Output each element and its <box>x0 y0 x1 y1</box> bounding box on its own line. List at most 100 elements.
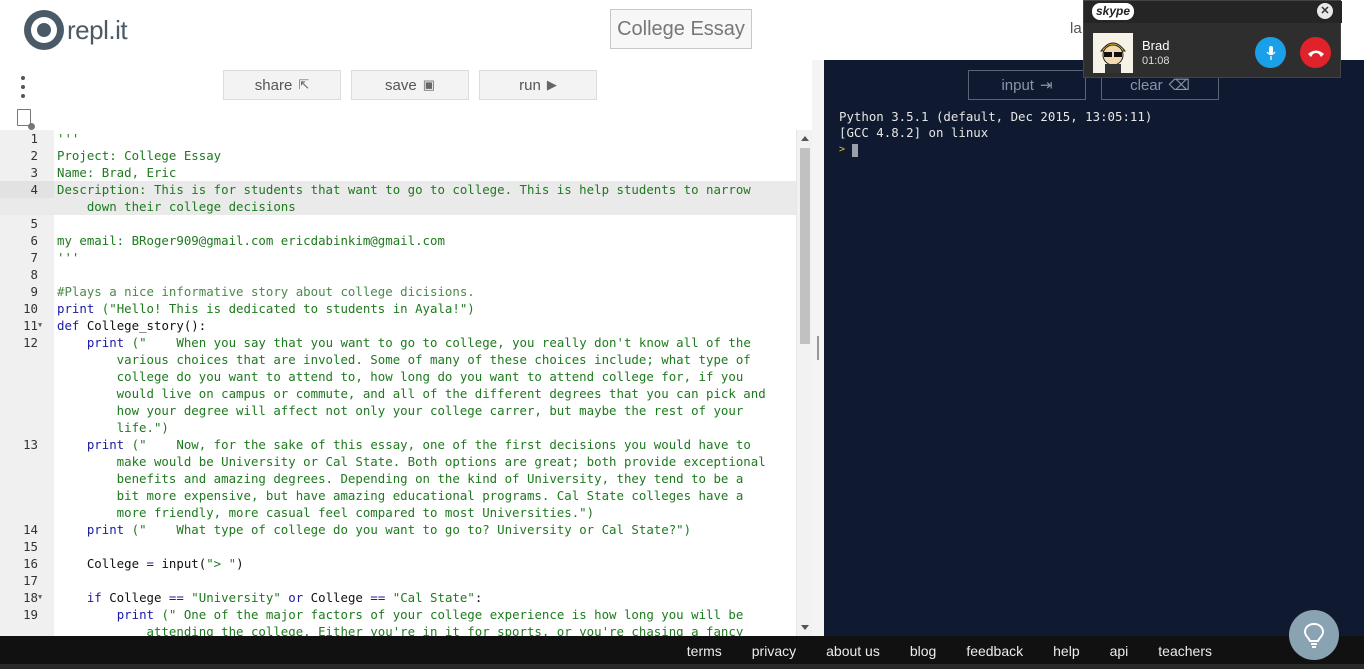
code-line[interactable]: 17 <box>0 572 796 589</box>
footer-link-privacy[interactable]: privacy <box>752 643 796 659</box>
code-line[interactable]: life.") <box>0 419 796 436</box>
line-number: 9 <box>30 284 38 299</box>
footer-link-feedback[interactable]: feedback <box>966 643 1023 659</box>
code-line[interactable]: how your degree will affect not only you… <box>0 402 796 419</box>
code-text: college do you want to attend to, how lo… <box>57 369 744 384</box>
code-text: print (" Now, for the sake of this essay… <box>57 436 751 453</box>
line-number: 15 <box>23 539 38 554</box>
more-options-icon[interactable] <box>18 76 28 98</box>
code-identifier: College_story(): <box>79 318 207 333</box>
code-keyword: print <box>86 522 125 537</box>
share-button[interactable]: share ⇱ <box>223 70 341 100</box>
footer-link-api[interactable]: api <box>1110 643 1129 659</box>
help-lightbulb-button[interactable] <box>1289 610 1339 660</box>
skype-call-window[interactable]: skype ✕ Brad 01:08 <box>1083 0 1342 78</box>
header-right-text[interactable]: la <box>1070 20 1082 37</box>
code-text: Description: This is for students that w… <box>57 182 751 197</box>
run-button[interactable]: run ▶ <box>479 70 597 100</box>
line-number: 12 <box>23 335 38 350</box>
code-text: my email: BRoger909@gmail.com ericdabink… <box>57 233 445 248</box>
code-keyword: print <box>116 607 154 622</box>
input-button[interactable]: input ⇥ <box>968 70 1086 100</box>
code-text: make would be University or Cal State. B… <box>57 454 766 469</box>
mute-microphone-button[interactable] <box>1255 37 1286 68</box>
share-label: share <box>254 76 293 94</box>
code-line[interactable]: 18 ▼ if College == "University" or Colleg… <box>0 589 796 606</box>
code-string: (" One of the major factors of your coll… <box>154 607 744 622</box>
code-line[interactable]: 13 print (" Now, for the sake of this es… <box>0 436 796 453</box>
scroll-down-icon[interactable] <box>801 625 809 630</box>
line-number: 10 <box>23 301 38 316</box>
close-icon[interactable]: ✕ <box>1317 3 1333 19</box>
code-editor[interactable]: 1 ''' 2 Project: College Essay 3 Name: Brad, … <box>0 130 796 636</box>
code-line[interactable]: 12 print (" When you say that you want t… <box>0 334 796 351</box>
code-line[interactable]: bit more expensive, but have amazing edu… <box>0 487 796 504</box>
scrollbar-thumb[interactable] <box>800 148 810 344</box>
backspace-icon: ⌫ <box>1168 77 1190 94</box>
footer-link-teachers[interactable]: teachers <box>1158 643 1212 659</box>
footer-link-blog[interactable]: blog <box>910 643 936 659</box>
fold-arrow-icon[interactable]: ▼ <box>38 317 42 334</box>
code-line[interactable]: various choices that are involed. Some o… <box>0 351 796 368</box>
line-number: 17 <box>23 573 38 588</box>
input-icon: ⇥ <box>1039 77 1053 94</box>
code-line[interactable]: 19 print (" One of the major factors of … <box>0 606 796 623</box>
code-string: "> " <box>206 556 237 571</box>
code-line[interactable]: college do you want to attend to, how lo… <box>0 368 796 385</box>
new-file-icon[interactable] <box>17 109 35 130</box>
code-line[interactable]: 14 print (" What type of college do you … <box>0 521 796 538</box>
footer-link-help[interactable]: help <box>1053 643 1079 659</box>
code-line[interactable]: down their college decisions <box>0 198 796 215</box>
console-cursor <box>852 144 858 157</box>
code-text: more friendly, more casual feel compared… <box>57 505 595 520</box>
code-text: College = input("> ") <box>57 555 244 572</box>
editor-scrollbar[interactable] <box>796 130 812 636</box>
project-title[interactable]: College Essay <box>610 9 752 49</box>
code-identifier <box>57 437 87 452</box>
code-text: ''' <box>57 131 80 146</box>
code-line[interactable]: 11 ▼ def College_story(): <box>0 317 796 334</box>
line-number: 16 <box>23 556 38 571</box>
code-line[interactable]: 16 College = input("> ") <box>0 555 796 572</box>
scroll-up-icon[interactable] <box>801 136 809 141</box>
code-line[interactable]: 5 <box>0 215 796 232</box>
code-line[interactable]: 8 <box>0 266 796 283</box>
code-text: various choices that are involed. Some o… <box>57 352 751 367</box>
code-line[interactable]: 7 ''' <box>0 249 796 266</box>
share-icon: ⇱ <box>298 77 310 92</box>
code-line[interactable]: 10 print ("Hello! This is dedicated to st… <box>0 300 796 317</box>
footer-link-terms[interactable]: terms <box>687 643 722 659</box>
code-identifier: College <box>303 590 371 605</box>
code-line[interactable]: 4 Description: This is for students that … <box>0 181 796 198</box>
code-keyword: = <box>146 556 154 571</box>
lightbulb-icon <box>1303 622 1325 648</box>
line-number: 1 <box>30 131 38 146</box>
code-identifier <box>57 590 87 605</box>
code-line[interactable]: attending the college. Either you're in … <box>0 623 796 636</box>
footer-link-about-us[interactable]: about us <box>826 643 880 659</box>
save-button[interactable]: save ▣ <box>351 70 469 100</box>
replit-logo[interactable]: repl.it <box>24 10 128 50</box>
fold-arrow-icon[interactable]: ▼ <box>38 589 42 606</box>
code-line[interactable]: 3 Name: Brad, Eric <box>0 164 796 181</box>
line-number: 7 <box>30 250 38 265</box>
line-number: 11 <box>23 318 38 333</box>
run-label: run <box>519 76 541 94</box>
code-line[interactable]: benefits and amazing degrees. Depending … <box>0 470 796 487</box>
code-line[interactable]: 9 #Plays a nice informative story about c… <box>0 283 796 300</box>
code-line[interactable]: would live on campus or commute, and all… <box>0 385 796 402</box>
line-number: 2 <box>30 148 38 163</box>
code-line[interactable]: more friendly, more casual feel compared… <box>0 504 796 521</box>
code-text: how your degree will affect not only you… <box>57 403 744 418</box>
code-keyword: or <box>288 590 304 605</box>
code-line[interactable]: 1 ''' <box>0 130 796 147</box>
pane-splitter[interactable] <box>812 60 824 636</box>
code-identifier: College <box>57 556 147 571</box>
end-call-button[interactable] <box>1300 37 1331 68</box>
code-line[interactable]: 15 <box>0 538 796 555</box>
console-pane[interactable]: input ⇥ clear ⌫ Python 3.5.1 (default, D… <box>824 60 1364 636</box>
code-line[interactable]: 2 Project: College Essay <box>0 147 796 164</box>
line-number: 13 <box>23 437 38 452</box>
code-line[interactable]: make would be University or Cal State. B… <box>0 453 796 470</box>
code-line[interactable]: 6 my email: BRoger909@gmail.com ericdabin… <box>0 232 796 249</box>
